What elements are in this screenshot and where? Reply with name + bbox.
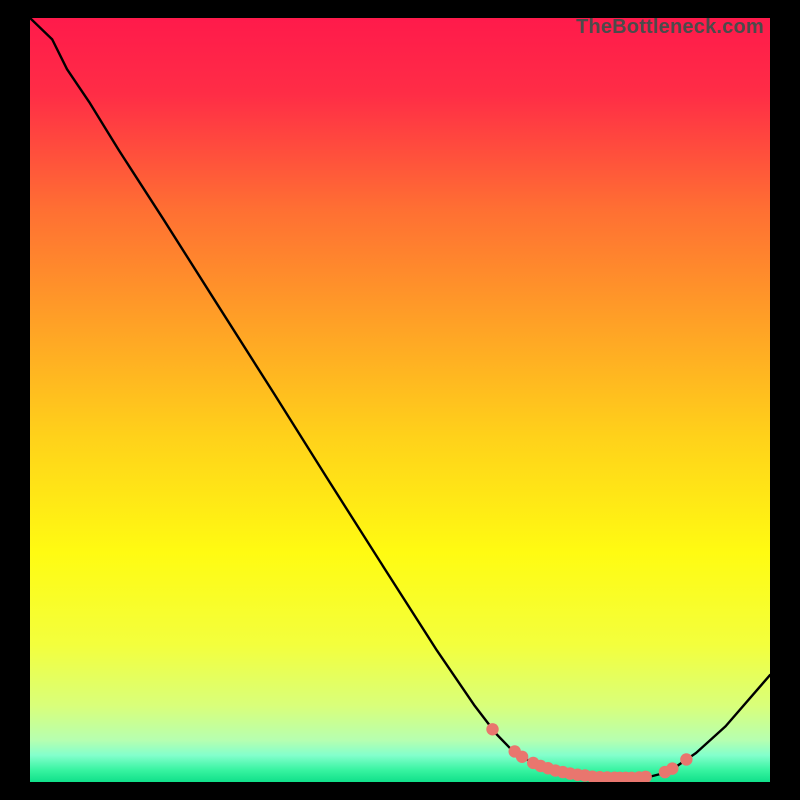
- gradient-bg: [30, 18, 770, 782]
- highlight-dot: [666, 762, 678, 774]
- chart-svg: [30, 18, 770, 782]
- bottleneck-plot: TheBottleneck.com: [30, 18, 770, 782]
- highlight-dot: [680, 753, 692, 765]
- highlight-dot: [516, 751, 528, 763]
- watermark-text: TheBottleneck.com: [576, 18, 764, 39]
- highlight-dot: [486, 723, 498, 735]
